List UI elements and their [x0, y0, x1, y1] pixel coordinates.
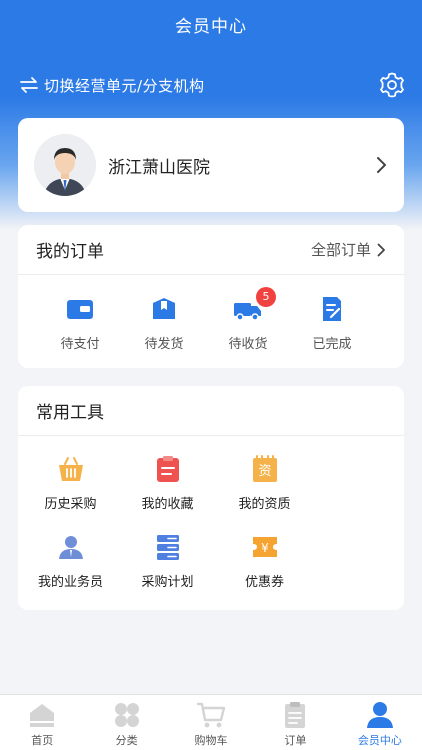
hospital-name: 浙江萧山医院 — [108, 157, 210, 178]
tool-label: 历史采购 — [44, 497, 97, 512]
orders-header: 我的订单 全部订单 — [18, 225, 404, 275]
swap-arrows-icon — [20, 77, 38, 93]
tool-label: 我的业务员 — [37, 575, 103, 590]
all-orders-link[interactable]: 全部订单 — [311, 239, 386, 260]
tab-label: 购物车 — [194, 734, 228, 747]
category-icon — [114, 703, 139, 727]
tab-member-center[interactable]: 会员中心 — [338, 695, 422, 750]
order-pending-receipt[interactable]: 待收货 5 — [206, 275, 290, 352]
tool-salesperson[interactable]: 我的业务员 — [22, 514, 119, 592]
qualification-icon: 资 — [252, 455, 277, 482]
gear-icon[interactable] — [378, 71, 406, 99]
tool-favorites[interactable]: 我的收藏 — [119, 436, 216, 514]
orders-card: 我的订单 全部订单 待支付 待发货 待收货 5 已完成 — [18, 225, 404, 368]
tool-qualifications[interactable]: 资 我的资质 — [216, 436, 313, 514]
order-status-label: 待收货 — [228, 337, 268, 352]
tools-card: 常用工具 历史采购 我的收藏 资 我的资质 我的业务员 采购计划 ¥ 优惠券 — [18, 386, 404, 610]
tab-label: 会员中心 — [357, 734, 402, 747]
tab-label: 首页 — [31, 734, 54, 747]
user-avatar-icon — [34, 134, 96, 196]
member-icon — [366, 702, 393, 728]
order-pending-shipment[interactable]: 待发货 — [122, 275, 206, 352]
avatar — [34, 134, 96, 196]
tools-title: 常用工具 — [36, 403, 104, 423]
orders-title: 我的订单 — [36, 242, 104, 262]
tool-label: 我的资质 — [238, 497, 291, 512]
salesperson-icon — [58, 536, 83, 559]
tool-coupons[interactable]: ¥ 优惠券 — [216, 514, 313, 592]
order-status-label: 待发货 — [144, 337, 184, 352]
tool-label: 我的收藏 — [141, 497, 194, 512]
profile-card[interactable]: 浙江萧山医院 — [18, 118, 404, 212]
favorites-clipboard-icon — [156, 456, 179, 482]
tab-category[interactable]: 分类 — [84, 695, 168, 750]
chevron-right-icon — [377, 157, 386, 173]
home-icon — [30, 704, 55, 727]
switch-unit-label[interactable]: 切换经营单元/分支机构 — [44, 75, 205, 96]
orders-icon — [285, 702, 306, 728]
tab-label: 订单 — [284, 734, 307, 747]
order-status-label: 待支付 — [60, 337, 100, 352]
wallet-icon — [67, 300, 93, 319]
pending-receipt-badge: 5 — [256, 287, 276, 307]
tool-label: 优惠券 — [244, 575, 284, 590]
tab-home[interactable]: 首页 — [0, 695, 84, 750]
tab-orders[interactable]: 订单 — [253, 695, 337, 750]
order-status-grid: 待支付 待发货 待收货 5 已完成 — [18, 275, 404, 352]
tool-label: 采购计划 — [141, 575, 194, 590]
switch-unit-row[interactable]: 切换经营单元/分支机构 — [18, 72, 406, 98]
plan-list-icon — [156, 535, 179, 560]
basket-icon — [58, 457, 83, 481]
coupon-icon: ¥ — [252, 537, 277, 557]
page-title: 会员中心 — [175, 17, 247, 37]
tab-cart[interactable]: 购物车 — [169, 695, 253, 750]
cart-icon — [196, 702, 226, 728]
package-icon — [153, 298, 175, 319]
tool-purchase-history[interactable]: 历史采购 — [22, 436, 119, 514]
tools-grid: 历史采购 我的收藏 资 我的资质 我的业务员 采购计划 ¥ 优惠券 — [18, 436, 404, 592]
order-completed[interactable]: 已完成 — [290, 275, 374, 352]
order-pending-payment[interactable]: 待支付 — [38, 275, 122, 352]
chevron-right-icon — [377, 243, 385, 256]
bottom-tab-bar: 首页 分类 购物车 订单 会员中心 — [0, 694, 422, 750]
completed-doc-icon — [323, 297, 341, 321]
tools-header: 常用工具 — [18, 386, 404, 436]
all-orders-label[interactable]: 全部订单 — [311, 239, 371, 260]
tab-label: 分类 — [115, 734, 138, 747]
order-status-label: 已完成 — [312, 337, 352, 352]
tool-purchase-plan[interactable]: 采购计划 — [119, 514, 216, 592]
svg-text:¥: ¥ — [261, 541, 269, 555]
svg-text:资: 资 — [258, 464, 271, 479]
